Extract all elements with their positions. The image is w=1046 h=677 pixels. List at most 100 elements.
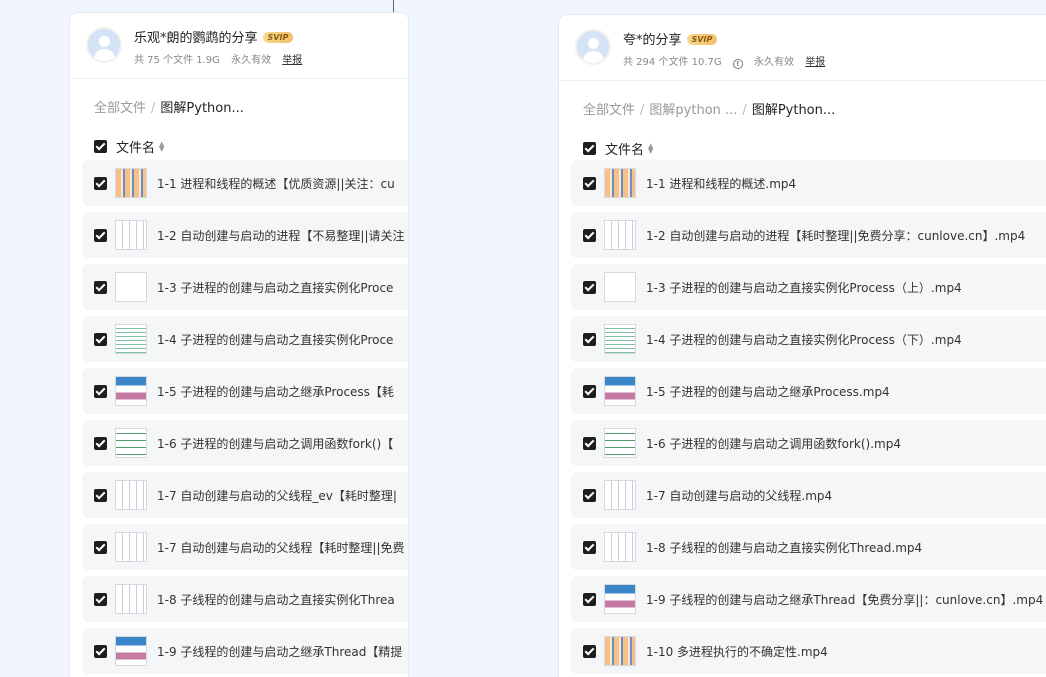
- video-thumbnail[interactable]: [115, 272, 147, 302]
- column-header-filename[interactable]: 文件名: [116, 137, 155, 156]
- file-checkbox[interactable]: [583, 592, 596, 606]
- file-name[interactable]: 1-7 自动创建与启动的父线程.mp4: [646, 487, 832, 504]
- file-name[interactable]: 1-3 子进程的创建与启动之直接实例化Process（上）.mp4: [646, 279, 962, 296]
- file-row[interactable]: 1-6 子进程的创建与启动之调用函数fork()【: [82, 420, 408, 466]
- validity: 永久有效: [231, 55, 272, 66]
- file-row[interactable]: 1-8 子线程的创建与启动之直接实例化Thread.mp4: [571, 524, 1046, 570]
- video-thumbnail[interactable]: [115, 428, 147, 458]
- file-checkbox[interactable]: [94, 176, 107, 190]
- file-name[interactable]: 1-7 自动创建与启动的父线程【耗时整理||免费: [157, 539, 405, 556]
- file-checkbox[interactable]: [583, 384, 596, 398]
- video-thumbnail[interactable]: [604, 220, 636, 250]
- file-row[interactable]: 1-2 自动创建与启动的进程【耗时整理||免费分享：cunlove.cn】.mp…: [571, 212, 1046, 258]
- video-thumbnail[interactable]: [115, 168, 147, 198]
- file-list: 1-1 进程和线程的概述【优质资源||关注：cu 1-2 自动创建与启动的进程【不…: [82, 160, 408, 677]
- file-name[interactable]: 1-1 进程和线程的概述【优质资源||关注：cu: [157, 175, 395, 192]
- file-name[interactable]: 1-5 子进程的创建与启动之继承Process.mp4: [646, 383, 890, 400]
- file-checkbox[interactable]: [583, 644, 596, 658]
- file-checkbox[interactable]: [94, 644, 107, 658]
- file-row[interactable]: 1-6 子进程的创建与启动之调用函数fork().mp4: [571, 420, 1046, 466]
- file-name[interactable]: 1-8 子线程的创建与启动之直接实例化Thread.mp4: [646, 539, 922, 556]
- video-thumbnail[interactable]: [115, 220, 147, 250]
- file-checkbox[interactable]: [583, 228, 596, 242]
- file-name[interactable]: 1-2 自动创建与启动的进程【耗时整理||免费分享：cunlove.cn】.mp…: [646, 227, 1025, 244]
- breadcrumb-parent[interactable]: 图解python ...: [649, 103, 737, 118]
- file-name[interactable]: 1-9 子线程的创建与启动之继承Thread【免费分享||：cunlove.cn…: [646, 591, 1043, 608]
- file-row[interactable]: 1-4 子进程的创建与启动之直接实例化Process（下）.mp4: [571, 316, 1046, 362]
- file-row[interactable]: 1-3 子进程的创建与启动之直接实例化Process（上）.mp4: [571, 264, 1046, 310]
- video-thumbnail[interactable]: [604, 480, 636, 510]
- video-thumbnail[interactable]: [604, 636, 636, 666]
- file-row[interactable]: 1-7 自动创建与启动的父线程【耗时整理||免费: [82, 524, 408, 570]
- file-row[interactable]: 1-4 子进程的创建与启动之直接实例化Proce: [82, 316, 408, 362]
- select-all-checkbox[interactable]: [94, 140, 107, 153]
- info-icon[interactable]: !: [732, 59, 743, 69]
- file-checkbox[interactable]: [94, 592, 107, 606]
- file-name[interactable]: 1-7 自动创建与启动的父线程_ev【耗时整理|: [157, 487, 397, 504]
- file-checkbox[interactable]: [583, 280, 596, 294]
- file-row[interactable]: 1-7 自动创建与启动的父线程_ev【耗时整理|: [82, 472, 408, 518]
- video-thumbnail[interactable]: [115, 480, 147, 510]
- file-name[interactable]: 1-1 进程和线程的概述.mp4: [646, 175, 796, 192]
- file-checkbox[interactable]: [94, 280, 107, 294]
- file-name[interactable]: 1-2 自动创建与启动的进程【不易整理||请关注: [157, 227, 405, 244]
- file-checkbox[interactable]: [583, 488, 596, 502]
- video-thumbnail[interactable]: [604, 376, 636, 406]
- file-name[interactable]: 1-6 子进程的创建与启动之调用函数fork().mp4: [646, 435, 901, 452]
- video-thumbnail[interactable]: [115, 584, 147, 614]
- file-row[interactable]: 1-1 进程和线程的概述.mp4: [571, 160, 1046, 206]
- file-row[interactable]: 1-8 子线程的创建与启动之直接实例化Threa: [82, 576, 408, 622]
- file-checkbox[interactable]: [94, 436, 107, 450]
- file-row[interactable]: 1-5 子进程的创建与启动之继承Process.mp4: [571, 368, 1046, 414]
- video-thumbnail[interactable]: [604, 324, 636, 354]
- file-row[interactable]: 1-9 子线程的创建与启动之继承Thread【免费分享||：cunlove.cn…: [571, 576, 1046, 622]
- file-name[interactable]: 1-4 子进程的创建与启动之直接实例化Proce: [157, 331, 393, 348]
- file-checkbox[interactable]: [583, 332, 596, 346]
- file-name[interactable]: 1-8 子线程的创建与启动之直接实例化Threa: [157, 591, 395, 608]
- file-name[interactable]: 1-5 子进程的创建与启动之继承Process【耗: [157, 383, 394, 400]
- file-checkbox[interactable]: [583, 176, 596, 190]
- file-checkbox[interactable]: [94, 228, 107, 242]
- svip-badge: SVIP: [262, 32, 294, 43]
- file-row[interactable]: 1-7 自动创建与启动的父线程.mp4: [571, 472, 1046, 518]
- file-row[interactable]: 1-3 子进程的创建与启动之直接实例化Proce: [82, 264, 408, 310]
- sort-icon[interactable]: ▲ ▼: [159, 140, 164, 152]
- file-checkbox[interactable]: [94, 488, 107, 502]
- file-checkbox[interactable]: [94, 332, 107, 346]
- video-thumbnail[interactable]: [604, 532, 636, 562]
- file-name[interactable]: 1-10 多进程执行的不确定性.mp4: [646, 643, 828, 660]
- file-name[interactable]: 1-9 子线程的创建与启动之继承Thread【精提: [157, 643, 402, 660]
- video-thumbnail[interactable]: [115, 324, 147, 354]
- file-checkbox[interactable]: [583, 436, 596, 450]
- file-row[interactable]: 1-5 子进程的创建与启动之继承Process【耗: [82, 368, 408, 414]
- select-all-checkbox[interactable]: [583, 142, 596, 155]
- file-name[interactable]: 1-4 子进程的创建与启动之直接实例化Process（下）.mp4: [646, 331, 962, 348]
- breadcrumb-separator: /: [742, 103, 747, 118]
- file-row[interactable]: 1-1 进程和线程的概述【优质资源||关注：cu: [82, 160, 408, 206]
- column-header-filename[interactable]: 文件名: [605, 139, 644, 158]
- video-thumbnail[interactable]: [115, 376, 147, 406]
- file-row[interactable]: 1-10 多进程执行的不确定性.mp4: [571, 628, 1046, 674]
- breadcrumb: 全部文件 / 图解Python...: [94, 97, 244, 116]
- video-thumbnail[interactable]: [115, 532, 147, 562]
- avatar[interactable]: [86, 27, 122, 63]
- breadcrumb-root[interactable]: 全部文件: [94, 101, 146, 116]
- share-header: 夸*的分享 SVIP 共 294 个文件 10.7G ! 永久有效 举报: [559, 15, 1046, 81]
- video-thumbnail[interactable]: [604, 428, 636, 458]
- sort-icon[interactable]: ▲ ▼: [648, 142, 653, 154]
- file-checkbox[interactable]: [583, 540, 596, 554]
- report-link[interactable]: 举报: [282, 55, 302, 66]
- file-checkbox[interactable]: [94, 384, 107, 398]
- breadcrumb-root[interactable]: 全部文件: [583, 103, 635, 118]
- video-thumbnail[interactable]: [604, 584, 636, 614]
- report-link[interactable]: 举报: [805, 57, 825, 68]
- video-thumbnail[interactable]: [604, 272, 636, 302]
- file-name[interactable]: 1-6 子进程的创建与启动之调用函数fork()【: [157, 435, 393, 452]
- video-thumbnail[interactable]: [604, 168, 636, 198]
- avatar[interactable]: [575, 29, 611, 65]
- file-name[interactable]: 1-3 子进程的创建与启动之直接实例化Proce: [157, 279, 393, 296]
- file-row[interactable]: 1-2 自动创建与启动的进程【不易整理||请关注: [82, 212, 408, 258]
- file-row[interactable]: 1-9 子线程的创建与启动之继承Thread【精提: [82, 628, 408, 674]
- file-checkbox[interactable]: [94, 540, 107, 554]
- video-thumbnail[interactable]: [115, 636, 147, 666]
